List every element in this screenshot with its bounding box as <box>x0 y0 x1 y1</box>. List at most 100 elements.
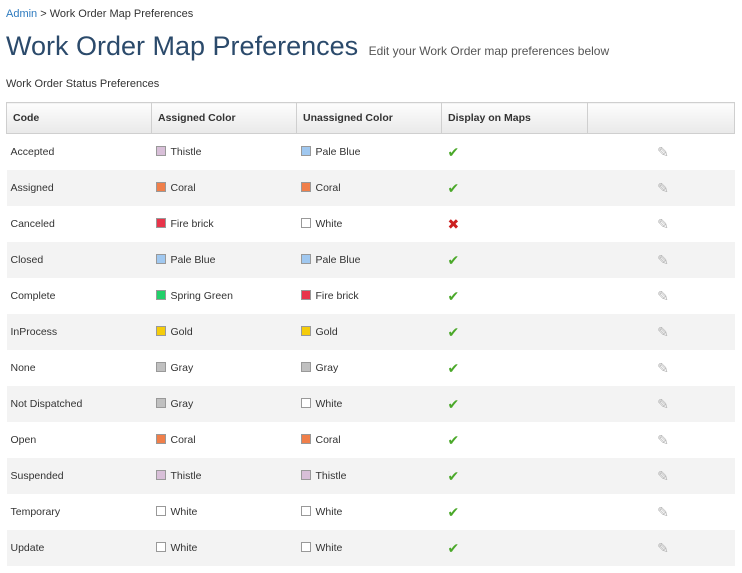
unassigned-color-cell: White <box>297 206 442 242</box>
edit-cell: ✎ <box>587 386 735 422</box>
check-icon: ✔ <box>447 251 460 268</box>
unassigned-color-cell: Pale Blue <box>296 242 442 278</box>
color-swatch <box>155 542 166 552</box>
unassigned-color-name: Gold <box>315 326 338 338</box>
color-swatch <box>300 182 311 192</box>
assigned-color-name: Gold <box>170 326 193 338</box>
color-swatch <box>155 434 166 444</box>
pencil-icon[interactable]: ✎ <box>657 324 669 340</box>
edit-cell: ✎ <box>587 170 735 206</box>
display-on-maps-cell: ✔ <box>441 170 588 206</box>
display-on-maps-cell: ✔ <box>442 278 588 314</box>
unassigned-color-name: White <box>315 398 343 410</box>
status-code: Temporary <box>10 506 61 518</box>
pencil-icon[interactable]: ✎ <box>657 468 669 484</box>
display-on-maps-cell: ✔ <box>442 422 588 458</box>
unassigned-color-cell: Fire brick <box>297 278 442 314</box>
assigned-color-name: Thistle <box>170 470 202 482</box>
assigned-color-cell: Coral <box>152 422 297 458</box>
assigned-color-name: Thistle <box>170 146 202 158</box>
pencil-icon[interactable]: ✎ <box>657 432 669 448</box>
table-row: Temporary White White ✔ ✎ <box>7 494 735 530</box>
assigned-color-name: Coral <box>170 434 196 446</box>
breadcrumb-link-admin[interactable]: Admin <box>6 8 37 20</box>
table-row: None Gray Gray ✔ ✎ <box>7 350 735 386</box>
color-swatch <box>300 218 311 228</box>
color-swatch <box>155 326 166 336</box>
unassigned-color-name: Gray <box>315 362 339 374</box>
status-code: Open <box>10 434 37 446</box>
unassigned-color-name: Fire brick <box>315 290 359 302</box>
assigned-color-cell: Thistle <box>152 134 297 171</box>
pencil-icon[interactable]: ✎ <box>657 540 669 556</box>
table-row: Suspended Thistle Thistle ✔ ✎ <box>6 458 735 494</box>
column-header-code[interactable]: Code <box>6 102 152 134</box>
pencil-icon[interactable]: ✎ <box>657 180 669 196</box>
status-code: Assigned <box>6 170 152 206</box>
status-code: Closed <box>6 242 152 278</box>
unassigned-color-cell: Gold <box>296 314 442 350</box>
unassigned-color-name: White <box>315 542 343 554</box>
color-swatch <box>155 362 166 372</box>
page-subtitle: Edit your Work Order map preferences bel… <box>368 44 610 58</box>
edit-cell: ✎ <box>588 422 735 458</box>
color-swatch <box>300 290 311 300</box>
status-code: Complete <box>10 290 56 302</box>
pencil-icon[interactable]: ✎ <box>657 144 669 160</box>
status-code: Canceled <box>10 218 55 230</box>
assigned-color-cell: Pale Blue <box>151 242 297 278</box>
edit-cell: ✎ <box>587 242 735 278</box>
pencil-icon[interactable]: ✎ <box>657 504 669 520</box>
assigned-color-cell: Gray <box>152 350 297 386</box>
color-swatch <box>300 326 311 336</box>
breadcrumb: Admin > Work Order Map Preferences <box>6 8 193 20</box>
check-icon: ✔ <box>447 431 460 448</box>
assigned-color-name: White <box>170 506 198 518</box>
pencil-icon[interactable]: ✎ <box>657 360 669 376</box>
pencil-icon[interactable]: ✎ <box>657 288 669 304</box>
column-header-assigned-color[interactable]: Assigned Color <box>151 102 297 134</box>
unassigned-color-name: Thistle <box>315 470 347 482</box>
color-swatch <box>155 254 166 264</box>
pencil-icon[interactable]: ✎ <box>657 252 669 268</box>
column-header-actions <box>587 102 735 134</box>
unassigned-color-cell: Coral <box>296 170 442 206</box>
table-row: Canceled Fire brick White ✖ ✎ <box>7 206 735 242</box>
pencil-icon[interactable]: ✎ <box>657 216 669 232</box>
check-icon: ✔ <box>447 503 460 520</box>
unassigned-color-cell: White <box>296 386 442 422</box>
edit-cell: ✎ <box>587 314 735 350</box>
assigned-color-cell: Fire brick <box>152 206 297 242</box>
color-swatch <box>155 470 166 480</box>
status-code: InProcess <box>6 314 152 350</box>
display-on-maps-cell: ✔ <box>441 386 588 422</box>
assigned-color-cell: Coral <box>151 170 297 206</box>
color-swatch <box>300 254 311 264</box>
display-on-maps-cell: ✔ <box>441 530 588 566</box>
assigned-color-cell: Gold <box>151 314 297 350</box>
column-header-display-on-maps[interactable]: Display on Maps <box>441 102 588 134</box>
status-code: None <box>10 362 36 374</box>
section-title: Work Order Status Preferences <box>6 78 160 90</box>
breadcrumb-current: Work Order Map Preferences <box>49 8 194 20</box>
unassigned-color-name: White <box>315 506 343 518</box>
display-on-maps-cell: ✔ <box>441 458 588 494</box>
assigned-color-name: Gray <box>170 398 194 410</box>
assigned-color-cell: White <box>151 530 297 566</box>
assigned-color-name: White <box>170 542 198 554</box>
check-icon: ✔ <box>447 143 460 160</box>
check-icon: ✔ <box>447 467 460 484</box>
column-header-unassigned-color[interactable]: Unassigned Color <box>296 102 442 134</box>
color-swatch <box>155 506 166 516</box>
color-swatch <box>155 146 166 156</box>
unassigned-color-cell: Coral <box>297 422 442 458</box>
edit-cell: ✎ <box>588 278 735 314</box>
unassigned-color-cell: White <box>296 530 442 566</box>
edit-cell: ✎ <box>587 458 735 494</box>
table-row: Closed Pale Blue Pale Blue ✔ ✎ <box>6 242 735 278</box>
unassigned-color-cell: White <box>297 494 442 530</box>
page-header: Work Order Map Preferences Edit your Wor… <box>6 31 609 62</box>
pencil-icon[interactable]: ✎ <box>657 396 669 412</box>
status-code: Not Dispatched <box>6 386 152 422</box>
status-code: Accepted <box>10 146 55 158</box>
